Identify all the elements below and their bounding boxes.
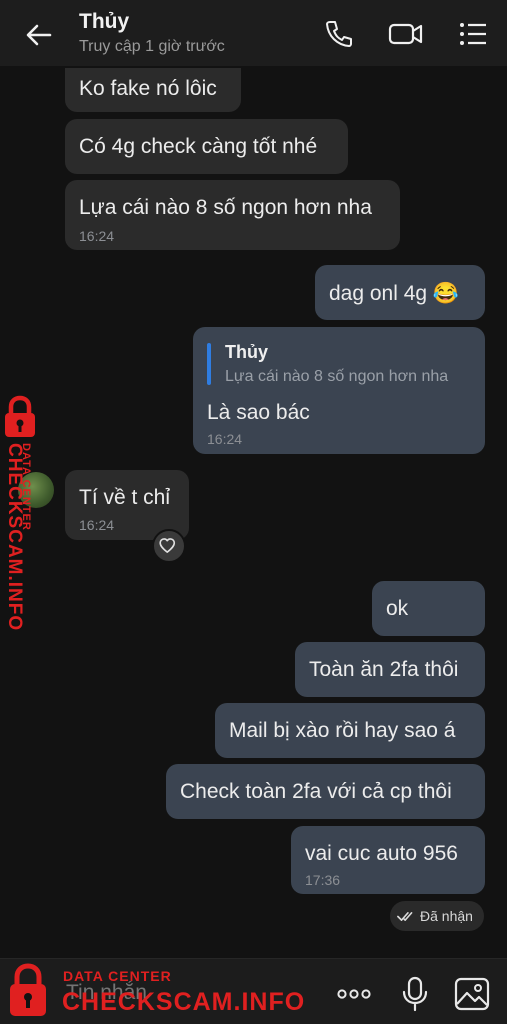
- heart-icon: [159, 538, 176, 553]
- message-text: Lựa cái nào 8 số ngon hơn nha: [79, 196, 372, 219]
- message-text: Check toàn 2fa với cả cp thôi: [180, 780, 452, 803]
- message-time: 16:24: [79, 228, 115, 244]
- react-button[interactable]: [152, 529, 186, 563]
- message-bubble-outgoing[interactable]: dag onl 4g 😂: [315, 265, 485, 320]
- chat-header: Thủy Truy cập 1 giờ trước: [0, 0, 507, 66]
- quote-bar: [207, 343, 211, 385]
- last-seen-status: Truy cập 1 giờ trước: [79, 38, 225, 55]
- watermark-label-small: DATA CENTER: [63, 968, 172, 984]
- message-bubble-incoming[interactable]: Ko fake nó lôic: [65, 68, 241, 112]
- list-menu-icon[interactable]: [457, 18, 489, 50]
- quoted-sender: Thủy: [225, 342, 268, 362]
- lock-icon: [10, 963, 46, 1016]
- message-time: 16:24: [79, 517, 115, 533]
- message-text: Toàn ăn 2fa thôi: [309, 658, 459, 681]
- double-check-icon: [397, 912, 413, 921]
- message-time: 17:36: [305, 872, 341, 888]
- image-icon[interactable]: [453, 975, 491, 1013]
- video-camera-icon[interactable]: [388, 18, 424, 50]
- watermark-side: DATA CENTER CHECKSCAM.INFO: [0, 395, 60, 645]
- message-bubble-outgoing[interactable]: Check toàn 2fa với cả cp thôi: [166, 764, 485, 819]
- microphone-icon[interactable]: [396, 975, 434, 1013]
- message-text: Tí về t chỉ: [79, 486, 171, 509]
- message-text: Là sao bác: [207, 401, 310, 424]
- arrow-left-icon[interactable]: [22, 18, 56, 52]
- message-text: vai cuc auto 956: [305, 842, 458, 865]
- phone-icon[interactable]: [323, 18, 355, 50]
- message-text: dag onl 4g 😂: [329, 282, 460, 305]
- watermark-label-large: CHECKSCAM.INFO: [62, 988, 306, 1016]
- delivery-status-badge: Đã nhận: [390, 901, 484, 931]
- delivery-status-label: Đã nhận: [420, 908, 473, 924]
- message-text: ok: [386, 597, 409, 620]
- contact-name[interactable]: Thủy: [79, 10, 129, 34]
- message-bubble-incoming[interactable]: Có 4g check càng tốt nhé: [65, 119, 348, 174]
- message-time: 16:24: [207, 431, 243, 447]
- message-text: Ko fake nó lôic: [79, 77, 217, 100]
- message-text: Mail bị xào rồi hay sao á: [229, 719, 456, 742]
- quoted-text: Lựa cái nào 8 số ngon hơn nha: [225, 368, 449, 385]
- watermark-label-large: CHECKSCAM.INFO: [4, 443, 25, 632]
- message-text: Có 4g check càng tốt nhé: [79, 135, 318, 158]
- message-bubble-outgoing-reply[interactable]: Thủy Lựa cái nào 8 số ngon hơn nha Là sa…: [193, 327, 485, 454]
- message-bubble-outgoing[interactable]: Toàn ăn 2fa thôi: [295, 642, 485, 697]
- message-bubble-incoming[interactable]: Lựa cái nào 8 số ngon hơn nha 16:24: [65, 180, 400, 250]
- more-dots-icon[interactable]: [334, 975, 374, 1013]
- message-bubble-outgoing[interactable]: vai cuc auto 956 17:36: [291, 826, 485, 894]
- message-bubble-outgoing[interactable]: ok: [372, 581, 485, 636]
- message-bubble-outgoing[interactable]: Mail bị xào rồi hay sao á: [215, 703, 485, 758]
- lock-icon: [5, 395, 35, 437]
